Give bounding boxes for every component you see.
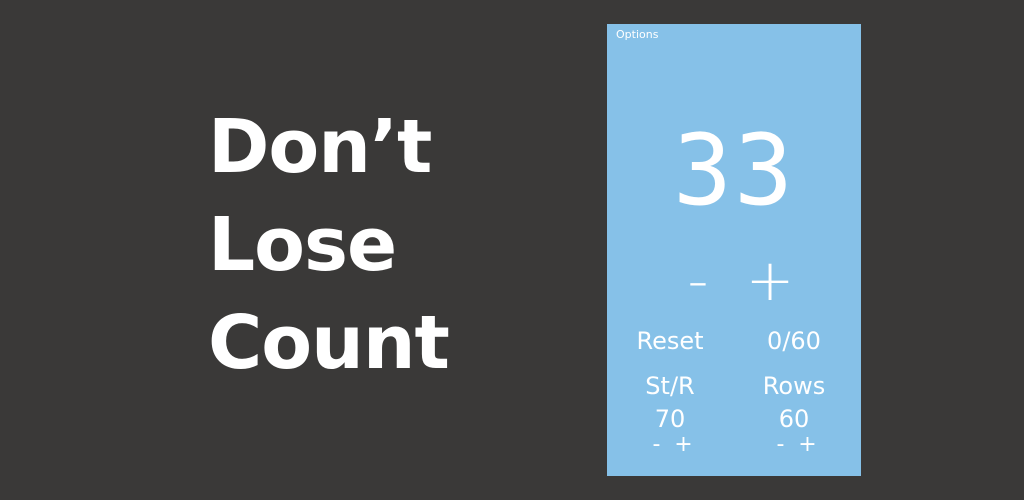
row-progress: 0/60 [767,327,821,355]
rows-minus-button[interactable]: - [771,432,791,458]
headline-line: Count [208,300,450,386]
rows-plus-button[interactable]: + [798,432,818,458]
rows-value: 60 [778,405,810,433]
stitches-per-row-stepper: - + [615,432,725,458]
stitches-per-row-value: 70 [654,405,686,433]
stitches-per-row-plus-button[interactable]: + [674,432,694,458]
options-menu-button[interactable]: Options [616,28,658,42]
rows-stepper: - + [739,432,849,458]
reset-button[interactable]: Reset [615,326,725,356]
headline-line: Lose [208,202,397,288]
stitches-per-row-label: St/R [645,372,695,400]
counter-app-screen: Options 33 - + Reset 0/60 St/R 70 - + Ro… [607,24,861,476]
decrement-button[interactable]: - [663,250,733,310]
headline-line: Don’t [208,104,432,190]
stitches-per-row-minus-button[interactable]: - [647,432,667,458]
stitch-count-display: 33 [672,114,795,228]
increment-button[interactable]: + [735,250,805,310]
promo-headline: Don’t Lose Count [208,98,450,392]
rows-label: Rows [762,372,826,400]
